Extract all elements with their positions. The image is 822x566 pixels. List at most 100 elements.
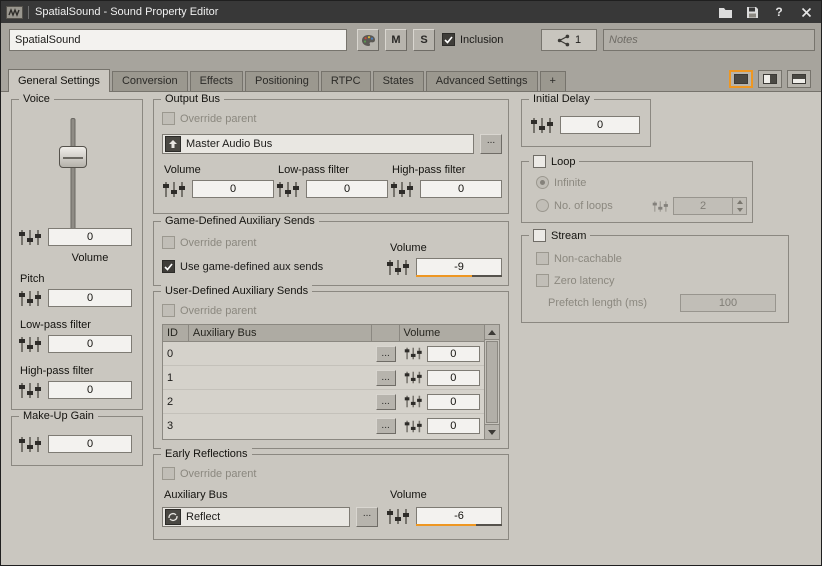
voice-volume-value[interactable]: 0: [48, 228, 132, 246]
horizontal-split-icon: [792, 74, 806, 84]
tab-general-settings[interactable]: General Settings: [8, 69, 110, 92]
row-browse-button[interactable]: ...: [376, 370, 396, 386]
tab-rtpc[interactable]: RTPC: [321, 71, 371, 91]
object-name-input[interactable]: [9, 29, 347, 51]
er-aux-bus-selector[interactable]: Reflect: [162, 507, 350, 527]
pitch-mini-slider[interactable]: [18, 290, 44, 307]
output-bus-override-checkbox[interactable]: Override parent: [162, 112, 256, 125]
inclusion-checkbox[interactable]: Inclusion: [442, 33, 503, 46]
loop-checkbox[interactable]: Loop: [529, 155, 579, 168]
row-browse-button[interactable]: ...: [376, 418, 396, 434]
voice-volume-fader[interactable]: [56, 116, 90, 232]
spin-down-button[interactable]: [733, 206, 746, 214]
output-bus-selector[interactable]: Master Audio Bus: [162, 134, 474, 154]
output-bus-volume-mini-slider[interactable]: [162, 181, 188, 198]
initial-delay-value[interactable]: 0: [560, 116, 640, 134]
vertical-split-icon: [763, 74, 777, 84]
view-split-vertical-button[interactable]: [758, 70, 782, 88]
game-aux-override-checkbox[interactable]: Override parent: [162, 236, 256, 249]
row-bus[interactable]: [189, 342, 372, 365]
checkbox-box: [533, 229, 546, 242]
makeup-gain-value[interactable]: 0: [48, 435, 132, 453]
stream-checkbox[interactable]: Stream: [529, 229, 590, 242]
row-volume-value[interactable]: 0: [427, 394, 480, 410]
solo-button[interactable]: S: [413, 29, 435, 51]
pitch-value[interactable]: 0: [48, 289, 132, 307]
view-single-button[interactable]: [729, 70, 753, 88]
aux-send-row[interactable]: 0 ... 0: [163, 342, 484, 366]
output-bus-highpass-mini-slider[interactable]: [390, 181, 416, 198]
prefetch-value[interactable]: 100: [680, 294, 776, 312]
row-volume-mini-slider[interactable]: [404, 394, 424, 409]
mute-button[interactable]: M: [385, 29, 407, 51]
output-bus-title: Output Bus: [161, 93, 224, 105]
spin-up-button[interactable]: [733, 198, 746, 206]
row-bus[interactable]: [189, 366, 372, 389]
aux-send-row[interactable]: 1 ... 0: [163, 366, 484, 390]
zero-latency-checkbox[interactable]: Zero latency: [536, 274, 615, 287]
row-volume-value[interactable]: 0: [427, 418, 480, 434]
game-aux-volume-value[interactable]: -9: [416, 258, 502, 276]
stream-group: Stream Non-cachable Zero latency Prefetc…: [521, 235, 789, 323]
notes-input[interactable]: [603, 29, 815, 51]
arrow-down-icon: [488, 430, 496, 435]
scroll-down-button[interactable]: [485, 424, 499, 439]
row-bus[interactable]: [189, 414, 372, 438]
color-palette-button[interactable]: [357, 29, 379, 51]
loop-infinite-radio[interactable]: Infinite: [536, 176, 586, 189]
er-volume-value[interactable]: -6: [416, 507, 502, 525]
output-bus-highpass-value[interactable]: 0: [420, 180, 502, 198]
row-volume-value[interactable]: 0: [427, 346, 480, 362]
view-split-horizontal-button[interactable]: [787, 70, 811, 88]
loop-count-radio[interactable]: No. of loops: [536, 199, 613, 212]
row-bus[interactable]: [189, 390, 372, 413]
voice-highpass-value[interactable]: 0: [48, 381, 132, 399]
output-bus-browse-button[interactable]: ...: [480, 134, 502, 154]
tab-positioning[interactable]: Positioning: [245, 71, 319, 91]
tab-states[interactable]: States: [373, 71, 424, 91]
table-scrollbar[interactable]: [484, 325, 499, 439]
tab-conversion[interactable]: Conversion: [112, 71, 188, 91]
row-volume-mini-slider[interactable]: [404, 419, 424, 434]
voice-lowpass-value[interactable]: 0: [48, 335, 132, 353]
use-game-aux-checkbox[interactable]: Use game-defined aux sends: [162, 260, 323, 273]
row-browse-button[interactable]: ...: [376, 394, 396, 410]
game-aux-volume-mini-slider[interactable]: [386, 259, 412, 276]
row-volume-mini-slider[interactable]: [404, 370, 424, 385]
output-bus-lowpass-mini-slider[interactable]: [276, 181, 302, 198]
makeup-gain-mini-slider[interactable]: [18, 436, 44, 453]
non-cachable-checkbox[interactable]: Non-cachable: [536, 252, 622, 265]
er-browse-button[interactable]: ...: [356, 507, 378, 527]
er-volume-label: Volume: [390, 489, 427, 501]
voice-volume-mini-slider[interactable]: [18, 229, 44, 246]
save-button[interactable]: [742, 4, 762, 20]
aux-send-row[interactable]: 2 ... 0: [163, 390, 484, 414]
row-browse-button[interactable]: ...: [376, 346, 396, 362]
output-bus-volume-value[interactable]: 0: [192, 180, 274, 198]
fader-handle[interactable]: [59, 146, 87, 168]
initial-delay-mini-slider[interactable]: [530, 117, 556, 134]
voice-highpass-mini-slider[interactable]: [18, 382, 44, 399]
share-count-button[interactable]: 1: [541, 29, 597, 51]
arrow-up-icon: [488, 330, 496, 335]
close-button[interactable]: [796, 4, 816, 20]
open-button[interactable]: [715, 4, 735, 20]
loop-count-value[interactable]: 2: [674, 198, 732, 214]
tab-effects[interactable]: Effects: [190, 71, 243, 91]
aux-send-row[interactable]: 3 ... 0: [163, 414, 484, 438]
tab-add[interactable]: +: [540, 71, 566, 91]
row-volume-mini-slider[interactable]: [404, 346, 424, 361]
output-bus-lowpass-value[interactable]: 0: [306, 180, 388, 198]
titlebar[interactable]: SpatialSound - Sound Property Editor ?: [1, 1, 821, 23]
scroll-up-button[interactable]: [485, 325, 499, 340]
tab-advanced-settings[interactable]: Advanced Settings: [426, 71, 538, 91]
loop-count-spinner[interactable]: 2: [652, 197, 747, 215]
help-button[interactable]: ?: [769, 4, 789, 20]
user-aux-override-checkbox[interactable]: Override parent: [162, 304, 256, 317]
voice-lowpass-mini-slider[interactable]: [18, 336, 44, 353]
early-reflections-override-checkbox[interactable]: Override parent: [162, 467, 256, 480]
er-volume-mini-slider[interactable]: [386, 508, 412, 525]
loop-count-mini-slider[interactable]: [652, 199, 670, 214]
scrollbar-thumb[interactable]: [486, 341, 498, 423]
row-volume-value[interactable]: 0: [427, 370, 480, 386]
